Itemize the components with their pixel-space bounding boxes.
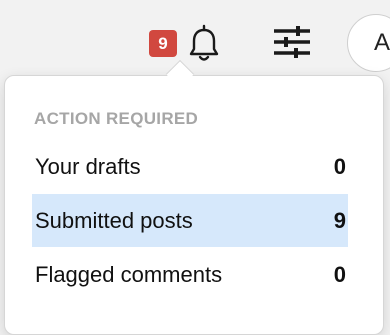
section-title: ACTION REQUIRED [34,109,199,128]
menu-item-your-drafts[interactable]: Your drafts 0 [32,140,348,193]
notifications-dropdown: ACTION REQUIRED Your drafts 0 Submitted … [4,75,384,335]
user-avatar[interactable]: A [347,14,390,72]
menu-item-submitted-posts[interactable]: Submitted posts 9 [32,194,348,247]
menu-item-label: Your drafts [35,153,141,179]
bell-icon[interactable] [186,24,222,64]
menu-item-label: Submitted posts [35,207,193,233]
menu-item-count: 0 [333,261,346,287]
notification-count-badge: 9 [149,30,177,57]
top-bar: 9 A [0,0,390,80]
menu-item-count: 9 [333,207,346,233]
sliders-icon[interactable] [272,24,312,60]
menu-item-count: 0 [333,153,346,179]
menu-item-flagged-comments[interactable]: Flagged comments 0 [32,248,348,301]
menu-item-label: Flagged comments [35,261,223,287]
